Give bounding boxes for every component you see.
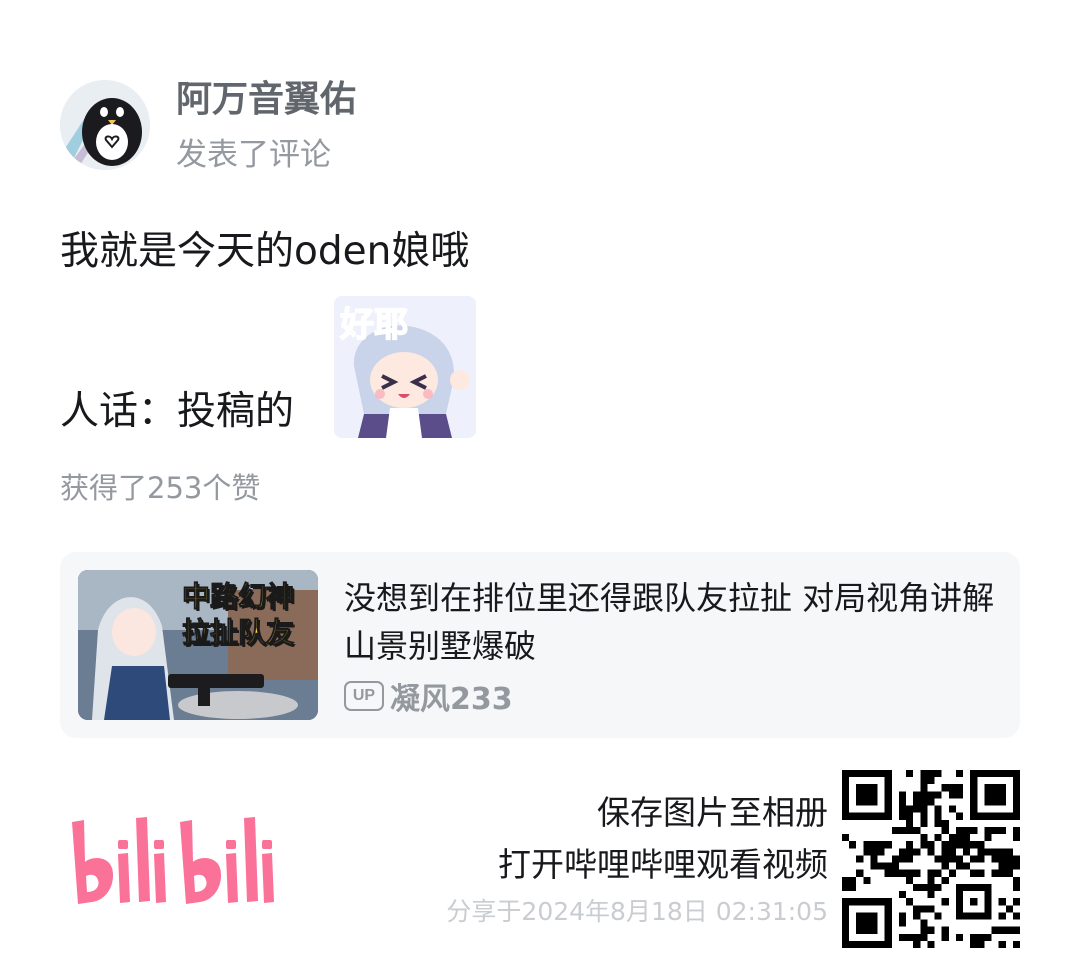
video-title[interactable]: 没想到在排位里还得跟队友拉扯 对局视角讲解 山景别墅爆破: [344, 574, 1008, 670]
video-uploader[interactable]: UP 凝风233: [344, 676, 513, 717]
comment-text-line-1: 我就是今天的oden娘哦: [60, 229, 470, 274]
sticker-emote: 好耶: [334, 296, 476, 438]
uploader-name: 凝风233: [390, 682, 513, 717]
like-count: 获得了253个赞: [60, 471, 261, 505]
author-action: 发表了评论: [176, 137, 331, 173]
share-timestamp: 分享于2024年8月18日 02:31:05: [446, 897, 828, 926]
qr-code-icon[interactable]: [842, 770, 1020, 948]
video-card[interactable]: 中路幻神 拉扯队友 没想到在排位里还得跟队友拉扯 对局视角讲解 山景别墅爆破 U…: [60, 552, 1020, 738]
save-to-album-text: 保存图片至相册: [597, 793, 828, 832]
thumbnail-caption-2: 拉扯队友: [181, 616, 294, 650]
video-thumbnail[interactable]: 中路幻神 拉扯队友: [78, 570, 318, 720]
thumbnail-caption-1: 中路幻神: [181, 580, 294, 614]
sticker-caption: 好耶: [339, 305, 408, 345]
penguin-avatar-icon: [60, 80, 150, 170]
comment-text-line-2: 人话：投稿的: [60, 389, 295, 434]
author-avatar[interactable]: [60, 80, 150, 170]
up-badge-icon: UP: [344, 681, 384, 711]
bilibili-logo-icon: [72, 817, 274, 904]
open-bilibili-text: 打开哔哩哔哩观看视频: [498, 845, 828, 884]
author-name[interactable]: 阿万音翼佑: [176, 76, 356, 124]
